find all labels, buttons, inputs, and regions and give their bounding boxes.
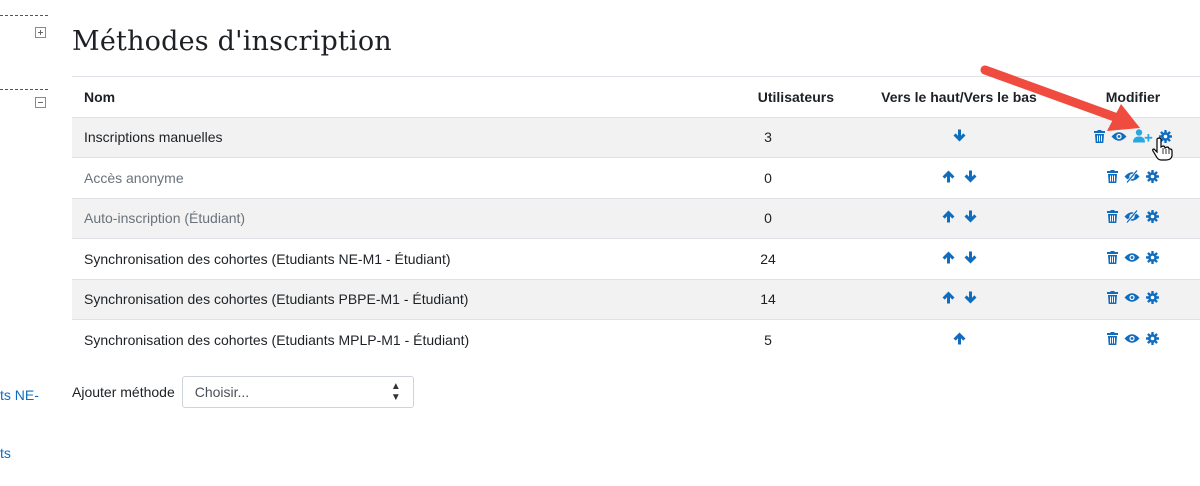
method-name: Synchronisation des cohortes (Etudiants …: [72, 238, 684, 279]
edit-icons: [1107, 291, 1159, 305]
move-icons: [953, 129, 966, 142]
trash-icon[interactable]: [1107, 332, 1118, 345]
method-name: Accès anonyme: [72, 157, 684, 198]
method-user-count: 0: [684, 197, 852, 239]
arrow-down-icon[interactable]: [964, 291, 977, 304]
arrow-up-icon[interactable]: [942, 170, 955, 183]
method-user-count: 0: [684, 157, 852, 198]
edit-controls: [1066, 319, 1200, 360]
gear-icon[interactable]: [1146, 169, 1159, 183]
arrow-up-icon[interactable]: [942, 291, 955, 304]
move-icons: [942, 170, 977, 183]
method-user-count: 3: [684, 116, 852, 158]
trash-icon[interactable]: [1107, 250, 1118, 264]
method-name: Synchronisation des cohortes (Etudiants …: [72, 319, 684, 360]
eye-slash-icon[interactable]: [1124, 210, 1140, 224]
sidebar-divider: [0, 15, 48, 16]
move-controls: [852, 319, 1066, 360]
edit-icons: [1107, 250, 1159, 264]
arrow-down-icon[interactable]: [964, 170, 977, 183]
table-row: Auto-inscription (Étudiant) 0: [72, 197, 1200, 239]
arrow-down-icon[interactable]: [964, 251, 977, 264]
edit-icons: [1107, 332, 1159, 345]
eye-icon[interactable]: [1124, 252, 1140, 263]
select-arrows-icon: ▲ ▼: [390, 381, 401, 403]
expand-icon[interactable]: [35, 27, 46, 38]
sidebar-divider: [0, 89, 48, 90]
sidebar-link[interactable]: ts: [0, 445, 11, 461]
edit-controls: [1066, 197, 1200, 239]
eye-slash-icon[interactable]: [1124, 169, 1140, 183]
edit-controls: [1066, 238, 1200, 279]
method-name: Synchronisation des cohortes (Etudiants …: [72, 278, 684, 320]
gear-icon[interactable]: [1146, 291, 1159, 305]
gear-icon[interactable]: [1146, 250, 1159, 264]
add-method-label: Ajouter méthode: [72, 384, 175, 400]
eye-icon[interactable]: [1124, 333, 1140, 344]
table-row: Synchronisation des cohortes (Etudiants …: [72, 238, 1200, 279]
arrow-up-icon[interactable]: [942, 210, 955, 223]
trash-icon[interactable]: [1107, 210, 1118, 224]
move-controls: [852, 197, 1066, 239]
method-name: Inscriptions manuelles: [72, 116, 684, 158]
gear-icon[interactable]: [1146, 210, 1159, 224]
move-controls: [852, 278, 1066, 320]
move-controls: [852, 157, 1066, 198]
table-row: Accès anonyme 0: [72, 157, 1200, 198]
trash-icon[interactable]: [1107, 169, 1118, 183]
page-title: Méthodes d'inscription: [72, 26, 392, 57]
move-icons: [953, 332, 966, 345]
collapse-icon[interactable]: [35, 97, 46, 108]
method-user-count: 5: [684, 319, 852, 360]
column-header-users: Utilisateurs: [684, 76, 852, 117]
move-icons: [942, 210, 977, 223]
eye-icon[interactable]: [1124, 292, 1140, 303]
hand-cursor-icon: [1152, 137, 1173, 161]
move-icons: [942, 251, 977, 264]
arrow-up-icon[interactable]: [953, 332, 966, 345]
method-name: Auto-inscription (Étudiant): [72, 197, 684, 239]
gear-icon[interactable]: [1146, 332, 1159, 345]
select-value: Choisir...: [194, 384, 250, 400]
move-icons: [942, 291, 977, 304]
move-controls: [852, 238, 1066, 279]
method-user-count: 14: [684, 278, 852, 320]
add-method-select[interactable]: Choisir... ▲ ▼: [181, 376, 414, 408]
arrow-up-icon[interactable]: [942, 251, 955, 264]
edit-controls: [1066, 157, 1200, 198]
edit-icons: [1107, 210, 1159, 224]
edit-icons: [1107, 169, 1159, 183]
column-header-name: Nom: [72, 76, 684, 117]
add-method-row: Ajouter méthode Choisir... ▲ ▼: [72, 376, 414, 408]
trash-icon[interactable]: [1107, 291, 1118, 305]
method-user-count: 24: [684, 238, 852, 279]
arrow-down-icon[interactable]: [953, 129, 966, 142]
edit-controls: [1066, 278, 1200, 320]
table-row: Synchronisation des cohortes (Etudiants …: [72, 319, 1200, 360]
table-row: Synchronisation des cohortes (Etudiants …: [72, 278, 1200, 320]
sidebar-link[interactable]: ts NE-: [0, 387, 39, 403]
annotation-arrow-icon: [980, 65, 1140, 131]
arrow-down-icon[interactable]: [964, 210, 977, 223]
